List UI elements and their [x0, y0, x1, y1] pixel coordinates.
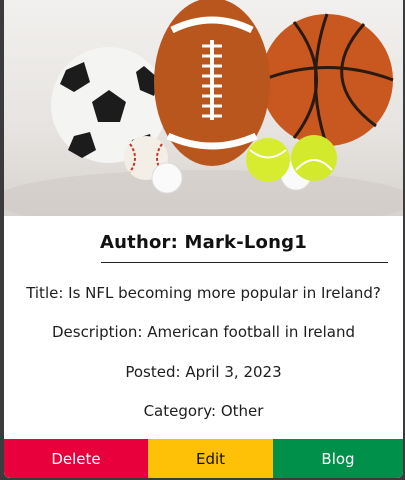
blog-post-card: Author: Mark-Long1 Title: Is NFL becomin… [4, 0, 403, 478]
post-description: Description: American football in Irelan… [51, 323, 356, 341]
edit-button[interactable]: Edit [148, 439, 273, 478]
post-category: Category: Other [143, 402, 264, 420]
post-author: Author: Mark-Long1 [100, 232, 307, 253]
post-image [4, 0, 403, 216]
sports-balls-illustration [4, 0, 403, 216]
blog-button[interactable]: Blog [273, 439, 403, 478]
author-divider [101, 262, 388, 263]
delete-button[interactable]: Delete [4, 439, 148, 478]
post-actions: Delete Edit Blog [4, 439, 403, 478]
post-date: Posted: April 3, 2023 [125, 363, 282, 381]
post-title: Title: Is NFL becoming more popular in I… [26, 284, 381, 302]
